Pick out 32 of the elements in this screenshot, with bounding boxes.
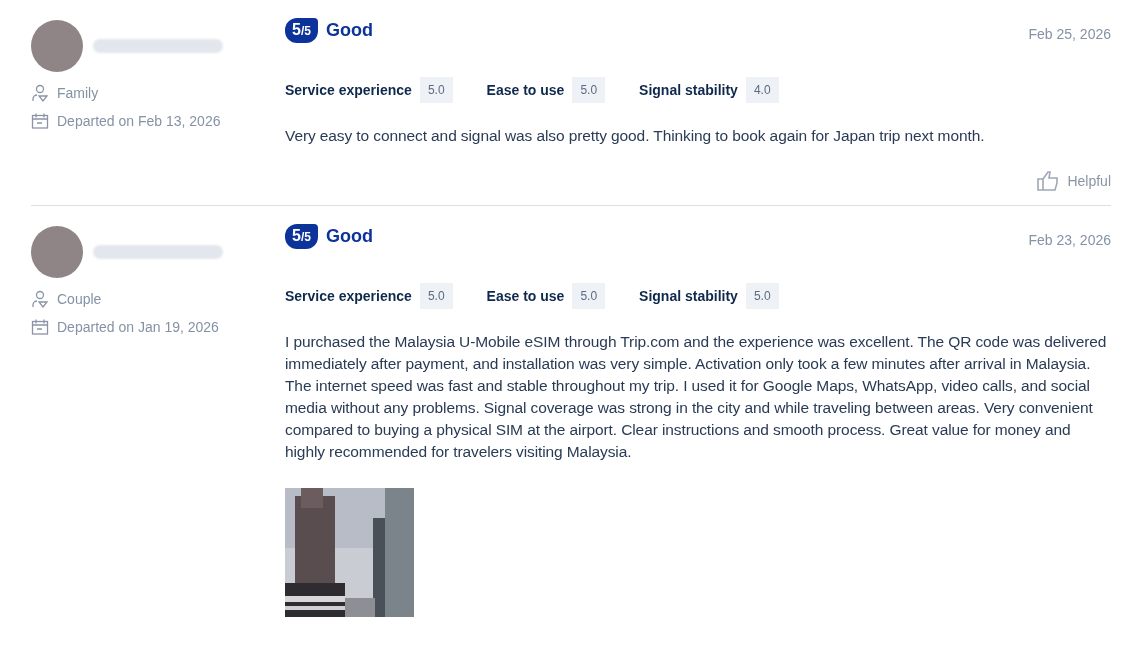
review-text: I purchased the Malaysia U-Mobile eSIM through Trip.com and the experience was excellent. The QR code was delivered immediately after payment, and installation was very simple. Activation only took a few minutes after arrival in Malaysia. The internet speed was fast and stable throughout my trip. I used it for Google Maps, WhatsApp, video calls, and social media without any problems. Signal coverage was strong in the city and while traveling between areas. Very convenient compared to buying a physical SIM at the airport. Clear instructions and smooth process. Great value for money and highly recommended for travelers visiting Malaysia. bbox=[285, 332, 1108, 462]
avatar bbox=[31, 20, 83, 72]
helpful-button[interactable]: Helpful bbox=[1037, 171, 1111, 191]
score-badge: 5/5 bbox=[285, 18, 318, 43]
rating-label: Signal stability bbox=[639, 82, 738, 98]
review-date: Feb 23, 2026 bbox=[1028, 231, 1111, 248]
thumbs-up-icon bbox=[1037, 171, 1060, 191]
person-icon bbox=[31, 290, 49, 308]
verdict: Good bbox=[325, 20, 373, 41]
review-date: Feb 25, 2026 bbox=[1028, 25, 1111, 42]
departure-date: Departed on Feb 13, 2026 bbox=[57, 113, 221, 129]
traveler-type: Couple bbox=[57, 291, 102, 307]
departure-date: Departed on Jan 19, 2026 bbox=[57, 319, 219, 335]
calendar-icon bbox=[31, 112, 49, 130]
rating-value: 5.0 bbox=[419, 283, 453, 309]
rating-label: Service experience bbox=[285, 288, 412, 304]
person-icon bbox=[31, 84, 49, 102]
rating-label: Signal stability bbox=[639, 288, 738, 304]
rating-label: Service experience bbox=[285, 82, 412, 98]
rating-value: 4.0 bbox=[745, 77, 779, 103]
score-badge: 5/5 bbox=[285, 224, 318, 249]
rating-label: Ease to use bbox=[486, 288, 565, 304]
rating-label: Ease to use bbox=[486, 82, 565, 98]
calendar-icon bbox=[31, 318, 49, 336]
review-text: Very easy to connect and signal was also pretty good. Thinking to book again for Japan trip next month. bbox=[285, 126, 986, 146]
avatar bbox=[31, 226, 83, 278]
rating-value: 5.0 bbox=[572, 283, 606, 309]
verdict: Good bbox=[325, 226, 373, 247]
rating-value: 5.0 bbox=[572, 77, 606, 103]
rating-value: 5.0 bbox=[745, 283, 779, 309]
traveler-type: Family bbox=[57, 85, 99, 101]
rating-value: 5.0 bbox=[419, 77, 453, 103]
